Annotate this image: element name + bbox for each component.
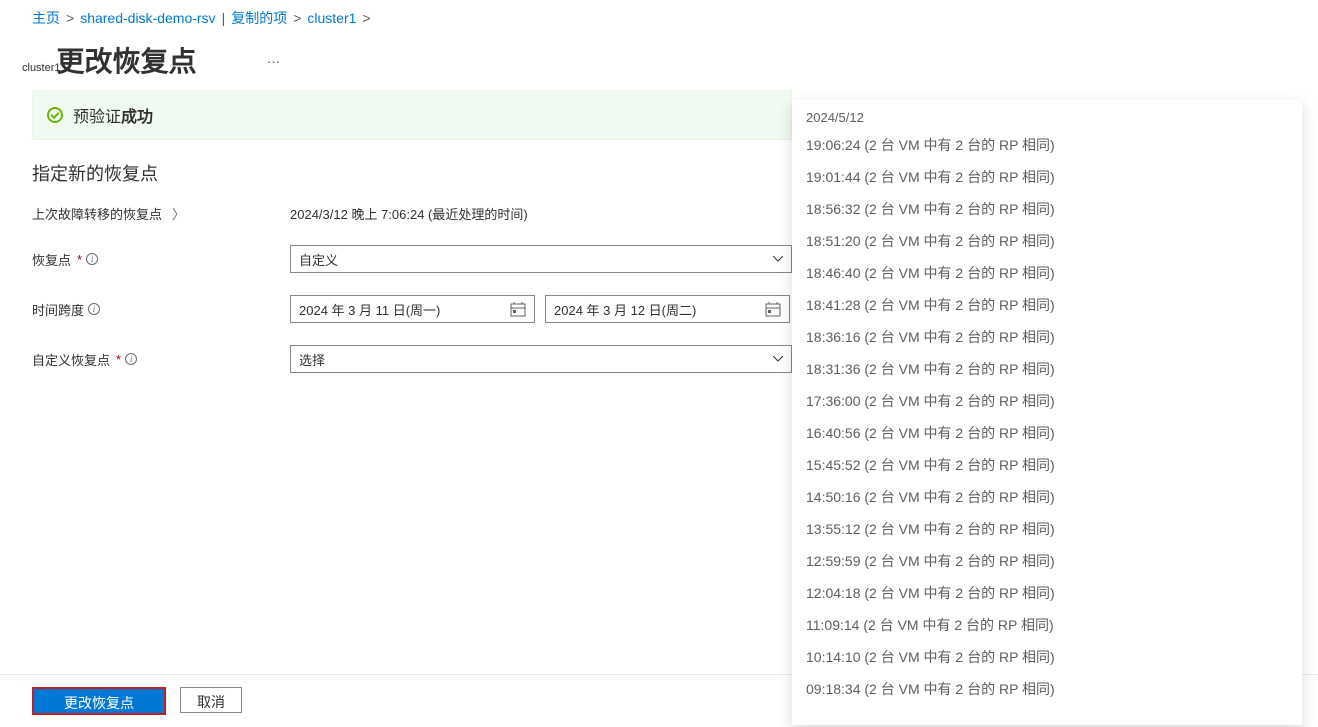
success-icon xyxy=(47,107,63,123)
cancel-button[interactable]: 取消 xyxy=(180,687,242,713)
breadcrumb: 主页 > shared-disk-demo-rsv | 复制的项 > clust… xyxy=(0,0,1318,32)
dropdown-item[interactable]: 12:04:18 (2 台 VM 中有 2 台的 RP 相同) xyxy=(792,577,1302,609)
status-bold: 成功 xyxy=(121,109,153,126)
status-text: 预验证成功 xyxy=(73,103,153,127)
page-title: 更改恢复点 xyxy=(57,40,197,80)
required-star: * xyxy=(116,352,121,367)
dropdown-item[interactable]: 13:55:12 (2 台 VM 中有 2 台的 RP 相同) xyxy=(792,513,1302,545)
label-recovery-point-text: 恢复点 xyxy=(32,250,71,269)
breadcrumb-sep: > xyxy=(362,10,370,26)
custom-recovery-select-value: 选择 xyxy=(299,350,325,369)
custom-recovery-select[interactable]: 选择 xyxy=(290,345,792,373)
breadcrumb-cluster[interactable]: cluster1 xyxy=(307,10,356,26)
footer-bar: 更改恢复点 取消 xyxy=(32,687,242,715)
ellipsis-menu-button[interactable]: … xyxy=(267,50,281,66)
label-recovery-point: 恢复点 * i xyxy=(32,250,290,269)
breadcrumb-sep: > xyxy=(293,10,301,26)
breadcrumb-rsv[interactable]: shared-disk-demo-rsv xyxy=(80,10,215,26)
status-prefix: 预验证 xyxy=(73,109,121,126)
label-time-span: 时间跨度 i xyxy=(32,300,290,319)
chevron-down-icon xyxy=(773,254,783,265)
recovery-point-select[interactable]: 自定义 xyxy=(290,245,792,273)
dropdown-item[interactable]: 19:01:44 (2 台 VM 中有 2 台的 RP 相同) xyxy=(792,161,1302,193)
info-icon[interactable]: i xyxy=(86,253,98,265)
date-range: 2024 年 3 月 11 日(周一) 2024 年 3 月 12 日(周二) xyxy=(290,295,790,323)
info-icon[interactable]: i xyxy=(88,303,100,315)
calendar-icon xyxy=(765,301,781,317)
status-banner: 预验证成功 xyxy=(32,90,792,140)
dropdown-item[interactable]: 16:40:56 (2 台 VM 中有 2 台的 RP 相同) xyxy=(792,417,1302,449)
dropdown-date-header: 2024/5/12 xyxy=(792,106,1302,129)
breadcrumb-sep: > xyxy=(66,10,74,26)
dropdown-item[interactable]: 18:41:28 (2 台 VM 中有 2 台的 RP 相同) xyxy=(792,289,1302,321)
change-recovery-point-button[interactable]: 更改恢复点 xyxy=(32,687,166,715)
value-last-failover: 2024/3/12 晚上 7:06:24 (最近处理的时间) xyxy=(290,204,528,223)
dropdown-item[interactable]: 09:18:34 (2 台 VM 中有 2 台的 RP 相同) xyxy=(792,673,1302,705)
date-end-value: 2024 年 3 月 12 日(周二) xyxy=(554,300,696,319)
dropdown-item[interactable]: 18:31:36 (2 台 VM 中有 2 台的 RP 相同) xyxy=(792,353,1302,385)
dropdown-item[interactable]: 17:36:00 (2 台 VM 中有 2 台的 RP 相同) xyxy=(792,385,1302,417)
dropdown-item[interactable]: 18:36:16 (2 台 VM 中有 2 台的 RP 相同) xyxy=(792,321,1302,353)
breadcrumb-replicated-items[interactable]: 复制的项 xyxy=(231,8,287,28)
label-custom-recovery-text: 自定义恢复点 xyxy=(32,350,110,369)
dropdown-item[interactable]: 11:09:14 (2 台 VM 中有 2 台的 RP 相同) xyxy=(792,609,1302,641)
calendar-icon xyxy=(510,301,526,317)
label-custom-recovery: 自定义恢复点 * i xyxy=(32,350,290,369)
breadcrumb-pipe: | xyxy=(222,10,226,26)
dropdown-item[interactable]: 14:50:16 (2 台 VM 中有 2 台的 RP 相同) xyxy=(792,481,1302,513)
date-start-value: 2024 年 3 月 11 日(周一) xyxy=(299,300,440,319)
label-time-span-text: 时间跨度 xyxy=(32,300,84,319)
label-last-failover-text: 上次故障转移的恢复点 xyxy=(32,204,162,223)
dropdown-item[interactable]: 18:56:32 (2 台 VM 中有 2 台的 RP 相同) xyxy=(792,193,1302,225)
detail-icon[interactable]: 〉 xyxy=(172,204,185,223)
dropdown-item[interactable]: 10:14:10 (2 台 VM 中有 2 台的 RP 相同) xyxy=(792,641,1302,673)
recovery-point-dropdown[interactable]: 2024/5/12 19:06:24 (2 台 VM 中有 2 台的 RP 相同… xyxy=(792,100,1302,725)
date-start-input[interactable]: 2024 年 3 月 11 日(周一) xyxy=(290,295,535,323)
dropdown-item[interactable]: 19:06:24 (2 台 VM 中有 2 台的 RP 相同) xyxy=(792,129,1302,161)
label-last-failover: 上次故障转移的恢复点 〉 xyxy=(32,204,290,223)
info-icon[interactable]: i xyxy=(125,353,137,365)
page-subtitle: cluster1 xyxy=(22,62,61,74)
recovery-point-select-value: 自定义 xyxy=(299,250,338,269)
required-star: * xyxy=(77,252,82,267)
breadcrumb-home[interactable]: 主页 xyxy=(32,8,60,28)
dropdown-item[interactable]: 12:59:59 (2 台 VM 中有 2 台的 RP 相同) xyxy=(792,545,1302,577)
dropdown-item[interactable]: 15:45:52 (2 台 VM 中有 2 台的 RP 相同) xyxy=(792,449,1302,481)
chevron-down-icon xyxy=(773,354,783,365)
page-title-row: cluster1 更改恢复点 … xyxy=(0,32,1318,90)
dropdown-item[interactable]: 18:51:20 (2 台 VM 中有 2 台的 RP 相同) xyxy=(792,225,1302,257)
date-end-input[interactable]: 2024 年 3 月 12 日(周二) xyxy=(545,295,790,323)
dropdown-item[interactable]: 18:46:40 (2 台 VM 中有 2 台的 RP 相同) xyxy=(792,257,1302,289)
